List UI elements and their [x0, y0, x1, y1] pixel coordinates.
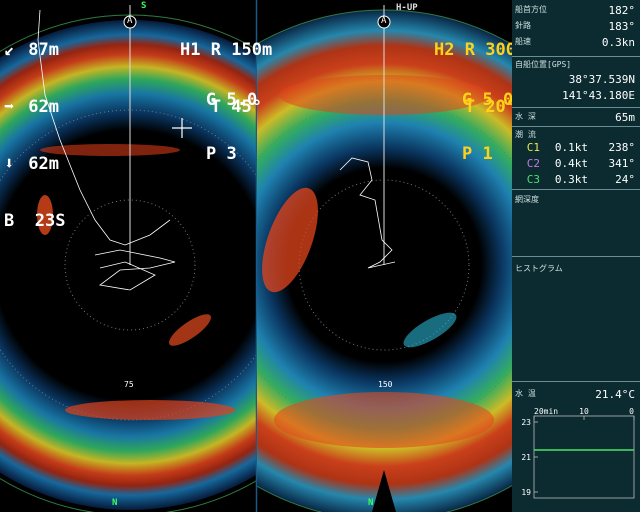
- stat-row-2: ➡ 62m: [4, 98, 65, 117]
- b-value: 23S: [34, 211, 66, 231]
- depth-section: 水 深 65m: [512, 108, 640, 127]
- right-g-label: G: [462, 90, 473, 110]
- left-h-label: H1: [180, 40, 201, 60]
- current-label: 潮 流: [515, 130, 536, 139]
- left-gain-block: G 5.0 P 3: [206, 55, 257, 181]
- c1-speed: 0.1kt: [554, 141, 588, 154]
- right-h-label: H2: [434, 40, 455, 60]
- c2-name: C2: [526, 157, 540, 170]
- histogram-section: ヒストグラム: [512, 257, 640, 382]
- stat-row-3: ⬇ 62m: [4, 155, 65, 174]
- right-gain-block: G 5.0 P 1: [462, 55, 513, 181]
- right-pulse-row: P 1: [462, 145, 513, 163]
- stat-value-2: 62m: [28, 97, 59, 117]
- temp-x-tick: 20min: [534, 407, 558, 416]
- left-p-label: P: [206, 144, 217, 164]
- temp-x-tick: 0: [629, 407, 634, 416]
- current-row-c2: C2 0.4kt 341°: [512, 157, 638, 171]
- course-value: 183°: [608, 20, 636, 33]
- c1-name: C1: [526, 141, 540, 154]
- speed-value: 0.3kn: [601, 36, 635, 49]
- histogram-label: ヒストグラム: [515, 264, 563, 273]
- depth-label: 水 深: [515, 112, 536, 121]
- speed-label: 船速: [515, 37, 531, 46]
- current-row-c3: C3 0.3kt 24°: [512, 173, 638, 187]
- bearing-label: 船首方位: [515, 5, 547, 14]
- stat-value-3: 62m: [28, 154, 59, 174]
- right-p-label: P: [462, 144, 473, 164]
- position-label: 自船位置[GPS]: [515, 60, 572, 69]
- right-p-value: 1: [482, 144, 493, 164]
- temp-y-tick: 23: [521, 418, 531, 427]
- b-label: B: [4, 211, 15, 231]
- temperature-graph: 20min 10 0 23 21 19: [521, 407, 635, 499]
- temp-graph-frame: [533, 415, 635, 499]
- c3-name: C3: [526, 173, 540, 186]
- c1-dir: 238°: [608, 141, 636, 154]
- latitude-value: 38°37.539N: [568, 73, 635, 86]
- left-stats: ↙ 87m ➡ 62m ⬇ 62m B 23S: [4, 3, 65, 250]
- left-gain-row: G 5.0: [206, 91, 257, 109]
- right-range-ring-label: 150: [378, 380, 393, 389]
- stat-row-1: ↙ 87m: [4, 41, 65, 60]
- stat-value-1: 87m: [28, 40, 59, 60]
- temp-y-tick: 19: [521, 488, 531, 497]
- temp-label: 水 温: [515, 389, 536, 398]
- right-arrow-icon: ➡: [4, 97, 15, 117]
- right-gain-row: G 5.0: [462, 91, 513, 109]
- right-g-value: 5.0: [482, 90, 514, 110]
- temp-x-tick: 10: [579, 407, 589, 416]
- left-range-ring-label: 75: [124, 380, 134, 389]
- left-marker-a-label: A: [127, 16, 133, 26]
- current-row-c1: C1 0.1kt 238°: [512, 141, 638, 155]
- current-section: 潮 流 C1 0.1kt 238° C2 0.4kt 341° C3 0.3kt…: [512, 127, 640, 190]
- left-g-value: 5.0: [226, 90, 258, 110]
- temp-value: 21.4°C: [595, 388, 635, 401]
- right-compass-bottom: N: [368, 498, 374, 508]
- temperature-section: 水 温 21.4°C 20min 10 0 23 21 19: [512, 382, 640, 511]
- depth-down-left-arrow-icon: ↙: [4, 40, 15, 60]
- c3-speed: 0.3kt: [554, 173, 588, 186]
- left-compass-top: S: [141, 1, 147, 11]
- down-arrow-icon: ⬇: [4, 154, 15, 174]
- c2-speed: 0.4kt: [554, 157, 588, 170]
- c2-dir: 341°: [608, 157, 636, 170]
- left-g-label: G: [206, 90, 217, 110]
- temp-y-tick: 21: [521, 453, 531, 462]
- depth-value: 65m: [615, 111, 635, 124]
- position-section: 自船位置[GPS] 38°37.539N 141°43.180E: [512, 57, 640, 108]
- right-marker-a-label: A: [381, 16, 387, 26]
- info-side-panel: 船首方位 182° 針路 183° 船速 0.3kn 自船位置[GPS] 38°37.…: [512, 0, 640, 512]
- left-compass-bottom: N: [112, 498, 118, 508]
- c3-dir: 24°: [615, 173, 635, 186]
- bearing-value: 182°: [608, 4, 636, 17]
- b-row: B 23S: [4, 212, 65, 231]
- left-p-value: 3: [226, 144, 237, 164]
- net-depth-section: 網深度: [512, 190, 640, 257]
- longitude-value: 141°43.180E: [562, 89, 635, 102]
- net-depth-label: 網深度: [515, 195, 539, 204]
- left-pulse-row: P 3: [206, 145, 257, 163]
- course-label: 針路: [515, 21, 531, 30]
- heading-section: 船首方位 182° 針路 183° 船速 0.3kn: [512, 0, 640, 57]
- right-mode: H-UP: [396, 3, 418, 13]
